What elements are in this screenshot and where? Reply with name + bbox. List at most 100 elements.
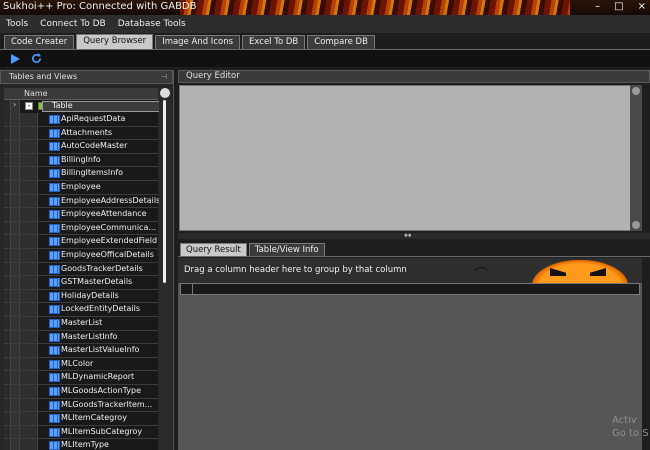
table-row[interactable]: LockedEntityDetails bbox=[4, 303, 158, 317]
scroll-up-icon[interactable] bbox=[632, 87, 640, 95]
table-name: EmployeeExtendedField bbox=[61, 236, 158, 246]
table-name: HolidayDetails bbox=[61, 290, 119, 300]
query-editor-textarea[interactable] bbox=[179, 85, 641, 231]
table-name: MLDynamicReport bbox=[61, 372, 135, 382]
table-icon bbox=[49, 346, 60, 356]
grid-header-cell[interactable] bbox=[181, 284, 193, 294]
table-name: MasterList bbox=[61, 318, 103, 327]
table-name: ApiRequestData bbox=[61, 114, 126, 123]
table-icon bbox=[49, 210, 60, 220]
tree-scrollbar[interactable] bbox=[159, 88, 171, 450]
panel-header: Tables and Views ⊣ bbox=[0, 70, 173, 84]
table-icon bbox=[49, 291, 60, 301]
table-row[interactable]: MLColor bbox=[4, 358, 158, 372]
menu-tools[interactable]: Tools bbox=[0, 19, 34, 29]
table-row[interactable]: ApiRequestData bbox=[4, 113, 158, 127]
table-icon bbox=[49, 305, 60, 315]
tables-and-views-panel: Tables and Views ⊣ Name › - Table ApiReq… bbox=[0, 70, 174, 450]
table-name: MLItemCategroy bbox=[61, 413, 127, 423]
table-name: GoodsTrackerDetails bbox=[61, 263, 143, 273]
group-by-panel[interactable]: ⌒ Drag a column header here to group by … bbox=[178, 258, 642, 286]
table-name: MLItemSubCategroy bbox=[61, 426, 143, 436]
table-row[interactable]: GSTMasterDetails bbox=[4, 276, 158, 290]
table-icon bbox=[49, 427, 60, 437]
table-name: MLItemType bbox=[61, 440, 109, 450]
menu-database-tools[interactable]: Database Tools bbox=[112, 19, 192, 29]
table-icon bbox=[49, 169, 60, 179]
table-row[interactable]: HolidayDetails bbox=[4, 290, 158, 304]
minimize-button[interactable]: – bbox=[595, 1, 600, 12]
table-icon bbox=[49, 183, 60, 192]
window-title: Sukhoi++ Pro: Connected with GABDB bbox=[3, 1, 197, 12]
pumpkin-eye-left bbox=[550, 268, 566, 276]
tree-root-label: Table bbox=[52, 101, 73, 110]
tab-excel-to-db[interactable]: Excel To DB bbox=[242, 35, 306, 49]
table-icon bbox=[49, 128, 60, 138]
table-row[interactable]: MLGoodsActionType bbox=[4, 385, 158, 399]
table-row[interactable]: MLGoodsTrackerItem... bbox=[4, 399, 158, 413]
table-name: EmployeeAttendance bbox=[61, 209, 147, 219]
tree-view[interactable]: Name › - Table ApiRequestData Attachments… bbox=[4, 88, 162, 450]
menu-connect-to-db[interactable]: Connect To DB bbox=[34, 19, 112, 29]
query-editor-header: Query Editor bbox=[178, 70, 650, 83]
table-icon bbox=[49, 373, 60, 383]
table-row[interactable]: MLItemType bbox=[4, 439, 158, 450]
tab-table-view-info[interactable]: Table/View Info bbox=[248, 243, 325, 256]
table-row[interactable]: Employee bbox=[4, 181, 158, 195]
title-bar: Sukhoi++ Pro: Connected with GABDB – □ × bbox=[0, 0, 650, 15]
name-column-header[interactable]: Name bbox=[4, 88, 158, 100]
table-icon bbox=[49, 251, 60, 260]
table-row[interactable]: MLDynamicReport bbox=[4, 371, 158, 385]
table-icon bbox=[49, 414, 60, 424]
bat-icon: ⌒ bbox=[474, 267, 488, 283]
resize-grip-icon[interactable]: ↔ bbox=[404, 232, 412, 241]
scrollbar-thumb[interactable] bbox=[163, 100, 166, 283]
pane-splitter[interactable] bbox=[178, 233, 650, 239]
table-row[interactable]: BillingItemsInfo bbox=[4, 167, 158, 181]
toolbar bbox=[0, 50, 650, 67]
table-row[interactable]: MasterList bbox=[4, 317, 158, 331]
table-row[interactable]: MasterListValueInfo bbox=[4, 344, 158, 358]
tab-query-browser[interactable]: Query Browser bbox=[76, 34, 154, 49]
query-result-grid[interactable]: ⌒ Drag a column header here to group by … bbox=[178, 258, 642, 450]
table-row[interactable]: MLItemSubCategroy bbox=[4, 426, 158, 440]
pin-icon[interactable]: ⊣ bbox=[161, 71, 167, 83]
table-icon bbox=[49, 400, 60, 410]
maximize-button[interactable]: □ bbox=[614, 1, 623, 12]
grid-header-row[interactable] bbox=[180, 283, 640, 295]
tab-compare-db[interactable]: Compare DB bbox=[307, 35, 375, 49]
table-icon bbox=[49, 115, 60, 124]
table-icon bbox=[49, 319, 60, 328]
table-name: GSTMasterDetails bbox=[61, 277, 133, 287]
tab-image-and-icons[interactable]: Image And Icons bbox=[155, 35, 241, 49]
table-icon bbox=[49, 264, 60, 274]
main-tab-strip: Code Creater Query Browser Image And Ico… bbox=[0, 33, 650, 50]
table-row[interactable]: GoodsTrackerDetails bbox=[4, 263, 158, 277]
tab-query-result[interactable]: Query Result bbox=[180, 243, 247, 256]
tab-code-creater[interactable]: Code Creater bbox=[4, 35, 75, 49]
scroll-down-icon[interactable] bbox=[632, 221, 640, 229]
table-icon bbox=[49, 359, 60, 369]
close-button[interactable]: × bbox=[638, 1, 646, 12]
table-row[interactable]: EmployeeCommunica... bbox=[4, 222, 158, 236]
refresh-icon[interactable] bbox=[30, 53, 42, 65]
table-row[interactable]: AutoCodeMaster bbox=[4, 140, 158, 154]
query-editor-scrollbar[interactable] bbox=[630, 85, 642, 231]
play-icon[interactable] bbox=[9, 53, 21, 65]
table-row[interactable]: BillingInfo bbox=[4, 154, 158, 168]
table-name: MLGoodsActionType bbox=[61, 386, 142, 395]
table-row[interactable]: EmployeeAddressDetails bbox=[4, 195, 160, 209]
collapse-icon[interactable]: - bbox=[25, 102, 33, 110]
table-row[interactable]: MLItemCategroy bbox=[4, 412, 158, 426]
activation-watermark: Activ Go to S bbox=[612, 415, 649, 439]
table-row[interactable]: EmployeeAttendance bbox=[4, 208, 158, 222]
table-row[interactable]: EmployeeExtendedField bbox=[4, 235, 158, 249]
skull-icon bbox=[160, 88, 170, 98]
table-name: LockedEntityDetails bbox=[61, 304, 141, 314]
table-row[interactable]: Attachments bbox=[4, 127, 158, 141]
table-icon bbox=[49, 332, 60, 342]
tree-root-table[interactable]: › - Table bbox=[4, 100, 162, 113]
table-row[interactable]: MasterListInfo bbox=[4, 331, 158, 345]
table-name: EmployeeCommunica... bbox=[61, 222, 156, 232]
table-row[interactable]: EmployeeOfficalDetails bbox=[4, 249, 158, 263]
